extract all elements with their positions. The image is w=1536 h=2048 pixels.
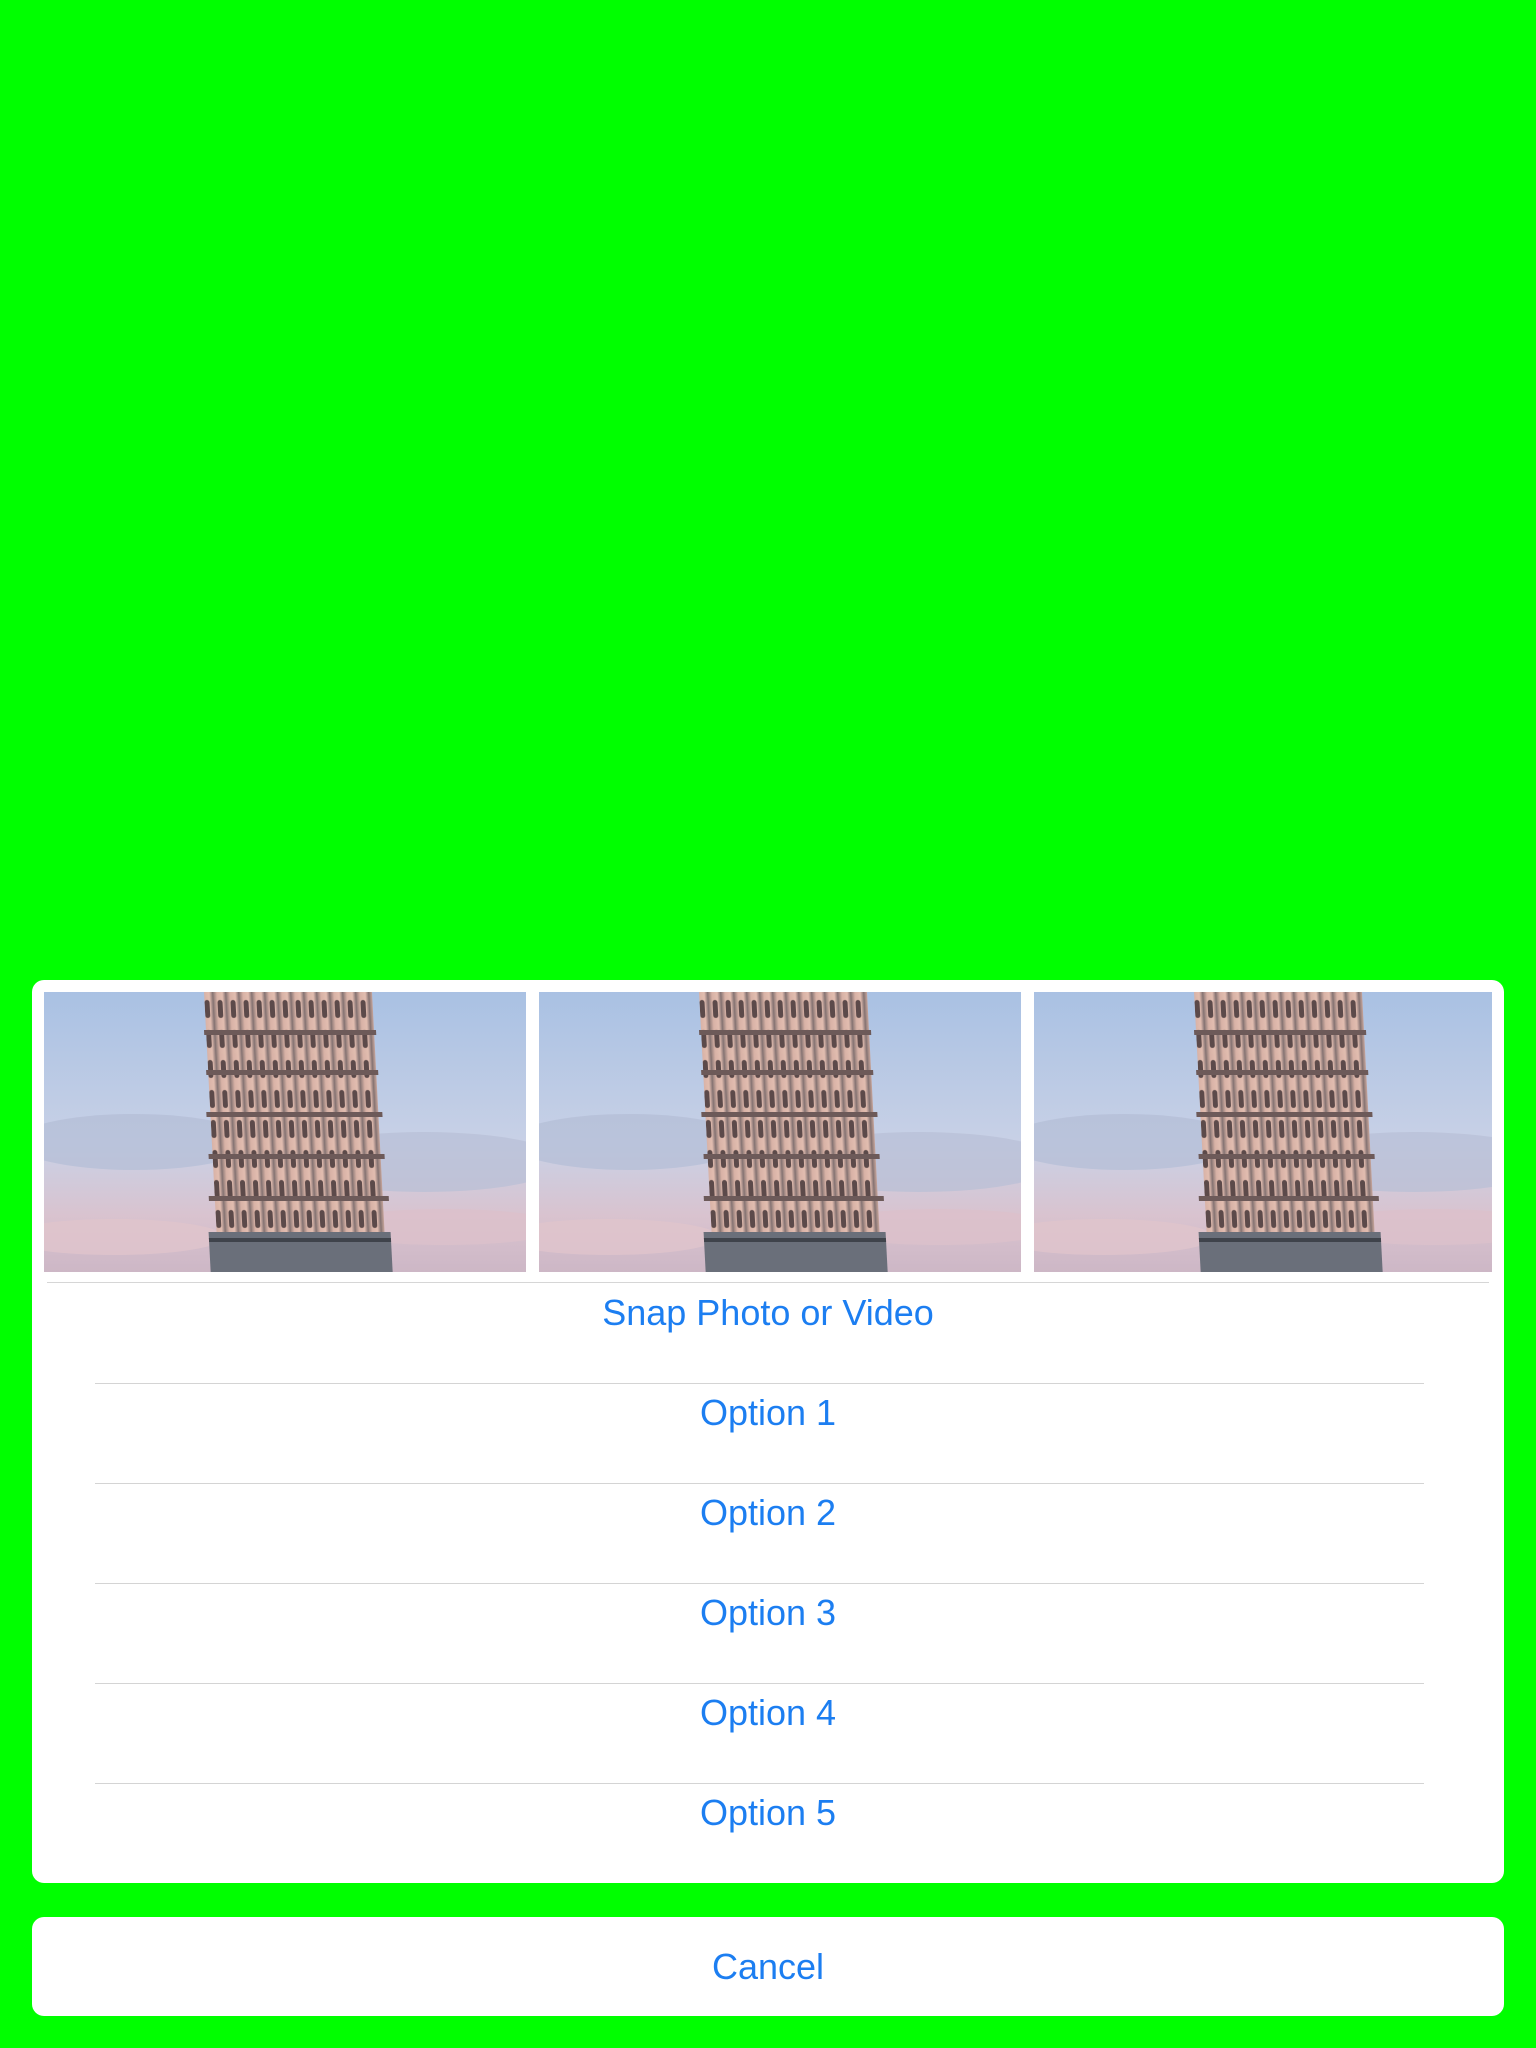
snap-photo-button[interactable]: Snap Photo or Video <box>32 1263 1504 1363</box>
photo-thumbnail[interactable] <box>539 992 1021 1272</box>
option-4-button[interactable]: Option 4 <box>32 1663 1504 1763</box>
tower-photo-icon <box>539 992 1021 1272</box>
cancel-button[interactable]: Cancel <box>32 1917 1504 2016</box>
photo-thumbnail[interactable] <box>1034 992 1492 1272</box>
tower-photo-icon <box>1034 992 1492 1272</box>
option-5-button[interactable]: Option 5 <box>32 1763 1504 1863</box>
photo-thumbnail[interactable] <box>44 992 526 1272</box>
tower-photo-icon <box>44 992 526 1272</box>
action-sheet: Snap Photo or Video Option 1 Option 2 Op… <box>32 980 1504 1883</box>
cancel-group: Cancel <box>32 1917 1504 2016</box>
option-2-button[interactable]: Option 2 <box>32 1463 1504 1563</box>
photo-strip[interactable] <box>44 992 1504 1272</box>
screen-background: Snap Photo or Video Option 1 Option 2 Op… <box>0 0 1536 2048</box>
option-3-button[interactable]: Option 3 <box>32 1563 1504 1663</box>
option-1-button[interactable]: Option 1 <box>32 1363 1504 1463</box>
